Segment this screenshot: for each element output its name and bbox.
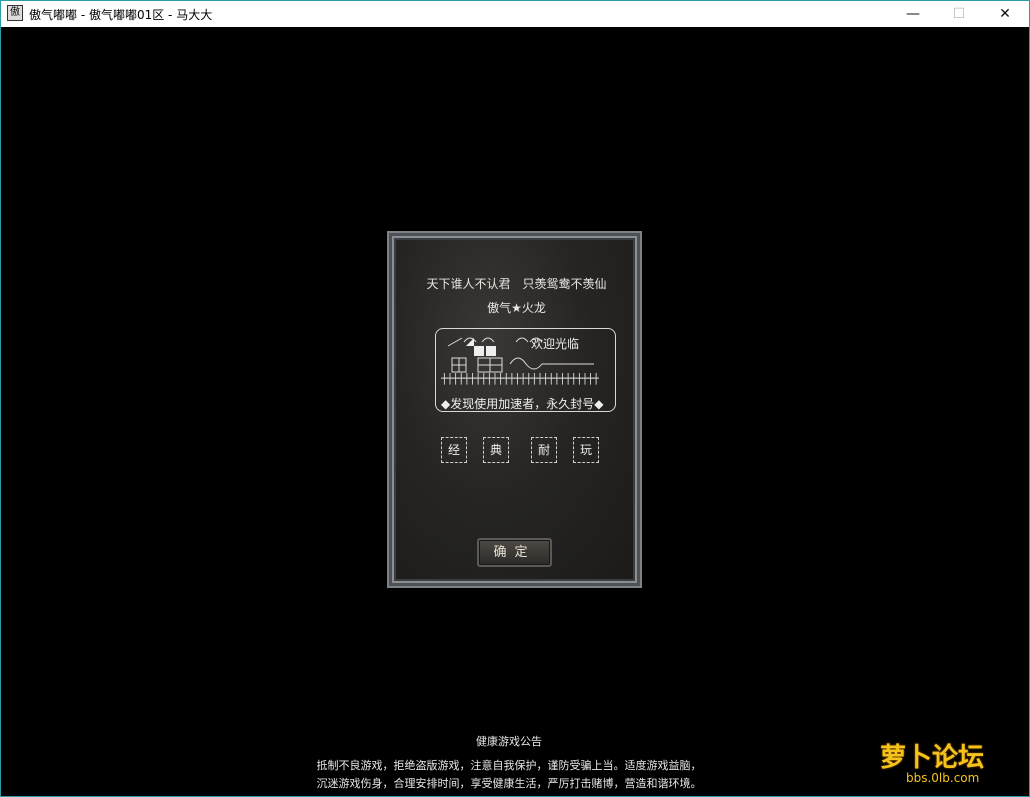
- char-box-2: 典: [483, 437, 509, 463]
- welcome-dialog: 天下谁人不认君 只羡鸳鸯不羡仙 傲气★火龙 欢迎光临 ┼┼┼┼┼┼┼┼┼┼┼┼┼…: [387, 231, 642, 588]
- app-icon[interactable]: 傲: [7, 5, 23, 21]
- anti-cheat-notice: ◆发现使用加速者，永久封号◆: [441, 397, 604, 411]
- welcome-label: 欢迎光临: [531, 337, 580, 351]
- watermark-text: 萝卜论坛: [880, 743, 985, 773]
- char-box-3: 耐: [531, 437, 557, 463]
- health-notice-title: 健康游戏公告: [476, 735, 542, 748]
- close-button[interactable]: ✕: [982, 1, 1028, 27]
- char-box-1: 经: [441, 437, 467, 463]
- minimize-button[interactable]: —: [890, 1, 936, 27]
- confirm-button[interactable]: 确定: [477, 538, 552, 567]
- dialog-line-2: 傲气★火龙: [487, 301, 546, 315]
- rail-decoration: ┼┼┼┼┼┼┼┼┼┼┼┼┼┼┼┼┼┼┼┼┼┼┼┼┼┼┼┼: [441, 373, 599, 385]
- maximize-button[interactable]: ☐: [936, 1, 982, 27]
- char-box-4: 玩: [573, 437, 599, 463]
- window-title: 傲气嘟嘟 - 傲气嘟嘟01区 - 马大大: [29, 8, 213, 22]
- title-bar[interactable]: 傲 傲气嘟嘟 - 傲气嘟嘟01区 - 马大大 — ☐ ✕: [1, 1, 1029, 27]
- health-notice-line-1: 抵制不良游戏，拒绝盗版游戏，注意自我保护，谨防受骗上当。适度游戏益脑，: [316, 759, 702, 772]
- watermark-logo: 萝卜论坛 bbs.0lb.com: [880, 737, 1020, 789]
- watermark-url: bbs.0lb.com: [906, 771, 980, 785]
- health-notice-line-2: 沉迷游戏伤身，合理安排时间，享受健康生活，严厉打击赌博，营造和谐环境。: [316, 777, 702, 790]
- dialog-line-1: 天下谁人不认君 只羡鸳鸯不羡仙: [426, 277, 607, 291]
